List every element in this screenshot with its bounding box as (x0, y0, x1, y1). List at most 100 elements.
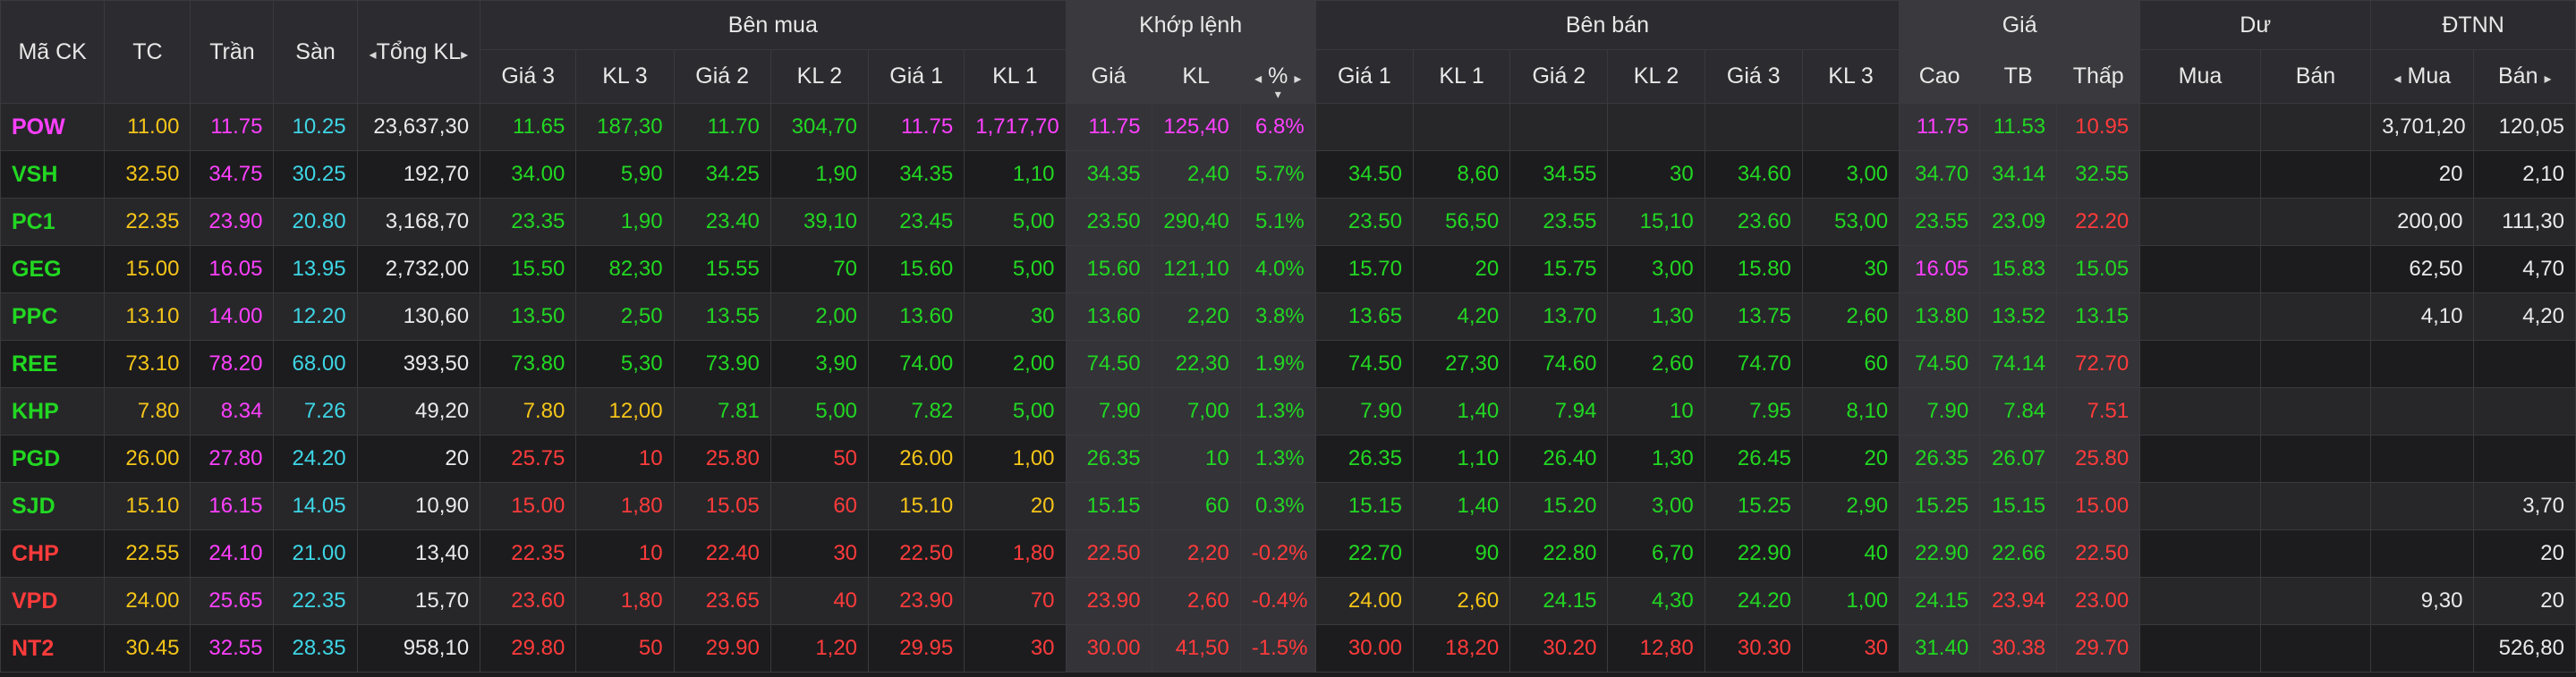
sell-vol-3-cell: 40 (1801, 529, 1900, 578)
sell-vol-1-cell: 27,30 (1412, 340, 1511, 388)
table-row[interactable]: PPC 13.10 14.00 12.20 130,60 13.50 2,50 13.55 2,… (0, 292, 2576, 341)
symbol-cell[interactable]: REE (0, 340, 106, 388)
col-header-match-percent[interactable]: ◂ % ▾ ▸ (1239, 49, 1316, 104)
match-volume-cell: 290,40 (1151, 198, 1241, 246)
sell-vol-2-cell: 30 (1607, 150, 1705, 199)
caret-right-icon[interactable]: ▸ (2544, 72, 2551, 87)
buy-vol-1-cell: 2,00 (964, 340, 1067, 388)
col-header-residual-sell[interactable]: Bán (2259, 49, 2372, 104)
sell-price-3-cell: 23.60 (1704, 198, 1803, 246)
col-header-residual-buy[interactable]: Mua (2139, 49, 2261, 104)
residual-buy-cell (2139, 292, 2261, 341)
col-header-total-volume[interactable]: ◂Tổng KL▸ (356, 0, 481, 104)
table-row[interactable]: POW 11.00 11.75 10.25 23,637,30 11.65 187,30 11… (0, 103, 2576, 151)
caret-right-icon[interactable]: ▸ (461, 47, 468, 63)
high-price-cell: 23.55 (1899, 198, 1981, 246)
col-header-match-price[interactable]: Giá (1065, 49, 1152, 104)
table-row[interactable]: VPD 24.00 25.65 22.35 15,70 23.60 1,80 23.65 40 2… (0, 577, 2576, 625)
sell-vol-1-cell: 20 (1412, 245, 1511, 293)
table-row[interactable]: GEG 15.00 16.05 13.95 2,732,00 15.50 82,30 15.5… (0, 245, 2576, 293)
col-header-sell-vol-2[interactable]: KL 2 (1607, 49, 1705, 104)
caret-left-icon[interactable]: ◂ (2394, 72, 2402, 87)
col-header-high[interactable]: Cao (1899, 49, 1981, 104)
ref-price-cell: 7.80 (104, 387, 191, 436)
sell-vol-1-cell: 4,20 (1412, 292, 1511, 341)
col-header-sell-vol-3[interactable]: KL 3 (1801, 49, 1900, 104)
sell-price-3-cell: 15.25 (1704, 482, 1803, 530)
symbol-cell[interactable]: NT2 (0, 624, 106, 673)
col-header-sell-price-3[interactable]: Giá 3 (1704, 49, 1803, 104)
caret-left-icon[interactable]: ◂ (370, 47, 377, 63)
col-header-low[interactable]: Thấp (2056, 49, 2141, 104)
symbol-cell[interactable]: CHP (0, 529, 106, 578)
ceil-price-cell: 27.80 (190, 435, 275, 483)
residual-buy-cell (2139, 387, 2261, 436)
sell-price-2-cell: 26.40 (1509, 435, 1609, 483)
symbol-cell[interactable]: VSH (0, 150, 106, 199)
buy-price-3-cell: 29.80 (480, 624, 577, 673)
col-header-sell-vol-1[interactable]: KL 1 (1412, 49, 1511, 104)
symbol-cell[interactable]: PPC (0, 292, 106, 341)
table-row[interactable]: SJD 15.10 16.15 14.05 10,90 15.00 1,80 15.05 60 1… (0, 482, 2576, 530)
total-volume-cell: 130,60 (356, 292, 481, 341)
symbol-cell[interactable]: KHP (0, 387, 106, 436)
col-header-buy-vol-1[interactable]: KL 1 (964, 49, 1067, 104)
buy-price-3-cell: 34.00 (480, 150, 577, 199)
symbol-cell[interactable]: GEG (0, 245, 106, 293)
ceil-price-cell: 16.05 (190, 245, 275, 293)
buy-vol-2-cell: 30 (769, 529, 870, 578)
table-row[interactable]: CHP 22.55 24.10 21.00 13,40 22.35 10 22.40 30 22.… (0, 529, 2576, 578)
foreign-sell-cell: 2,10 (2473, 150, 2576, 199)
symbol-cell[interactable]: PC1 (0, 198, 106, 246)
caret-left-icon[interactable]: ◂ (1254, 72, 1262, 87)
match-price-cell: 22.50 (1065, 529, 1152, 578)
col-header-ceil[interactable]: Trần (190, 0, 275, 104)
symbol-cell[interactable]: POW (0, 103, 106, 151)
col-header-buy-price-1[interactable]: Giá 1 (868, 49, 965, 104)
symbol-cell[interactable]: SJD (0, 482, 106, 530)
foreign-sell-cell (2473, 387, 2576, 436)
table-row[interactable]: VSH 32.50 34.75 30.25 192,70 34.00 5,90 34.25 1,… (0, 150, 2576, 199)
caret-right-icon[interactable]: ▸ (1294, 72, 1301, 87)
table-row[interactable]: PGD 26.00 27.80 24.20 20 25.75 10 25.80 50 26.00 1… (0, 435, 2576, 483)
sell-price-3-cell: 13.75 (1704, 292, 1803, 341)
col-header-buy-price-2[interactable]: Giá 2 (673, 49, 771, 104)
col-header-buy-vol-3[interactable]: KL 3 (575, 49, 675, 104)
col-header-buy-vol-2[interactable]: KL 2 (769, 49, 870, 104)
buy-vol-3-cell: 50 (575, 624, 675, 673)
sell-price-3-cell: 22.90 (1704, 529, 1803, 578)
col-header-ref[interactable]: TC (104, 0, 191, 104)
table-row[interactable]: REE 73.10 78.20 68.00 393,50 73.80 5,30 73.90 3,… (0, 340, 2576, 388)
low-price-cell: 22.50 (2056, 529, 2141, 578)
table-row[interactable]: PC1 22.35 23.90 20.80 3,168,70 23.35 1,90 23.40… (0, 198, 2576, 246)
buy-vol-1-cell: 30 (964, 292, 1067, 341)
symbol-cell[interactable]: PGD (0, 435, 106, 483)
col-header-foreign-buy[interactable]: ◂ Mua (2370, 49, 2475, 104)
table-row[interactable]: KHP 7.80 8.34 7.26 49,20 7.80 12,00 7.81 5,00 7.8… (0, 387, 2576, 436)
col-header-average[interactable]: TB (1979, 49, 2058, 104)
sell-price-1-cell: 23.50 (1314, 198, 1414, 246)
match-volume-cell: 22,30 (1151, 340, 1241, 388)
avg-price-cell: 7.84 (1979, 387, 2058, 436)
col-header-floor[interactable]: Sàn (273, 0, 358, 104)
total-volume-cell: 192,70 (356, 150, 481, 199)
col-header-buy-price-3[interactable]: Giá 3 (480, 49, 577, 104)
floor-price-cell: 68.00 (273, 340, 358, 388)
col-header-sell-price-2[interactable]: Giá 2 (1509, 49, 1609, 104)
residual-sell-cell (2259, 577, 2372, 625)
sort-down-icon[interactable]: ▾ (1275, 87, 1281, 102)
sell-price-2-cell: 24.15 (1509, 577, 1609, 625)
high-price-cell: 15.25 (1899, 482, 1981, 530)
col-header-sell-price-1[interactable]: Giá 1 (1314, 49, 1414, 104)
table-row[interactable]: NT2 30.45 32.55 28.35 958,10 29.80 50 29.90 1,20… (0, 624, 2576, 673)
buy-vol-2-cell: 40 (769, 577, 870, 625)
buy-price-2-cell: 22.40 (673, 529, 771, 578)
avg-price-cell: 15.15 (1979, 482, 2058, 530)
buy-price-2-cell: 15.05 (673, 482, 771, 530)
col-header-symbol[interactable]: Mã CK (0, 0, 106, 104)
col-header-match-volume[interactable]: KL (1151, 49, 1241, 104)
col-header-foreign-sell[interactable]: Bán ▸ (2473, 49, 2576, 104)
symbol-cell[interactable]: VPD (0, 577, 106, 625)
foreign-buy-cell: 62,50 (2370, 245, 2475, 293)
buy-vol-3-cell: 12,00 (575, 387, 675, 436)
